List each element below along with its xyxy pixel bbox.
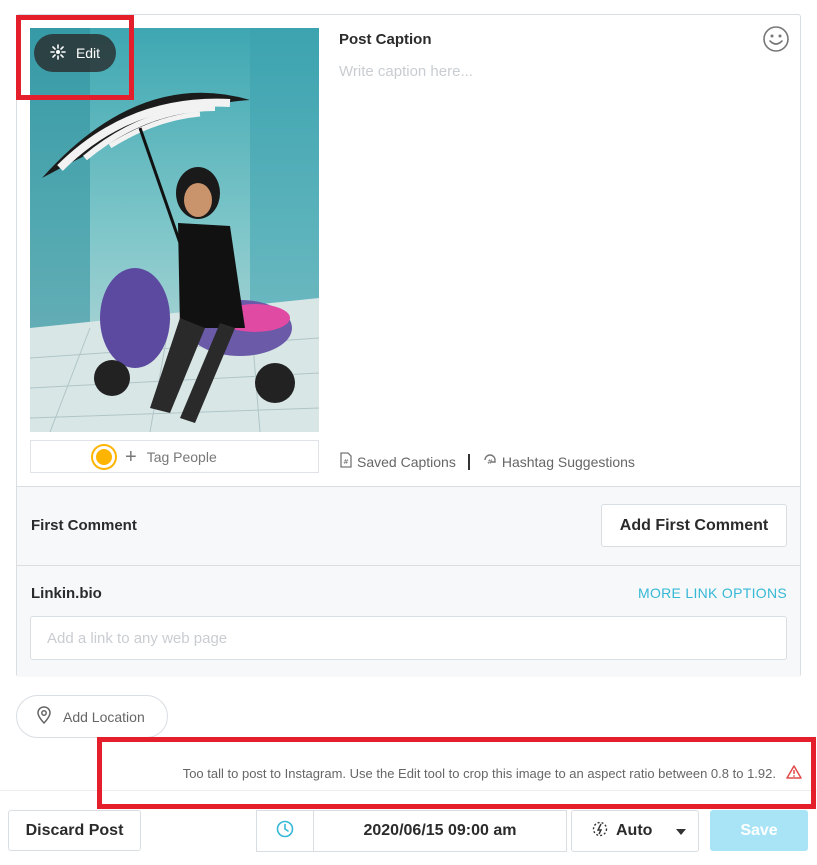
- linkin-bio-title: Linkin.bio: [31, 585, 102, 602]
- chevron-down-icon: [676, 829, 686, 835]
- post-editor-card: Edit + Tag People Post Caption # Saved C…: [16, 14, 801, 677]
- document-icon: #: [339, 452, 353, 471]
- linkin-bio-section: Linkin.bio MORE LINK OPTIONS: [17, 565, 800, 677]
- discard-post-button[interactable]: Discard Post: [8, 810, 141, 851]
- magic-wand-icon: [50, 43, 66, 63]
- clock-icon: [276, 820, 294, 843]
- svg-text:#: #: [343, 458, 349, 466]
- caption-tools: # Saved Captions # Hashtag Suggestions: [339, 452, 635, 471]
- auto-publish-select[interactable]: Auto: [571, 810, 699, 852]
- first-comment-section: First Comment Add First Comment: [17, 486, 800, 565]
- saved-captions-link[interactable]: # Saved Captions: [339, 452, 456, 471]
- auto-publish-icon: [592, 821, 608, 842]
- edit-label: Edit: [75, 45, 101, 61]
- edit-image-button[interactable]: Edit: [34, 34, 116, 72]
- add-location-label: Add Location: [63, 708, 145, 725]
- schedule-datetime-field[interactable]: 2020/06/15 09:00 am: [313, 810, 567, 852]
- hashtag-suggestions-label: Hashtag Suggestions: [501, 453, 635, 470]
- caption-title: Post Caption: [339, 31, 432, 48]
- save-button[interactable]: Save: [710, 810, 808, 851]
- saved-captions-label: Saved Captions: [357, 453, 456, 470]
- warning-icon: [786, 764, 802, 782]
- auto-publish-label: Auto: [616, 822, 653, 839]
- location-pin-icon: [37, 706, 51, 727]
- post-photo: [30, 28, 319, 432]
- tag-people-label: Tag People: [146, 448, 217, 465]
- tools-divider: [467, 453, 470, 470]
- hashtag-suggestions-link[interactable]: # Hashtag Suggestions: [482, 452, 635, 471]
- add-location-button[interactable]: Add Location: [16, 695, 168, 738]
- plus-icon: +: [125, 445, 137, 468]
- link-url-input[interactable]: [30, 616, 787, 660]
- warning-message: Too tall to post to Instagram. Use the E…: [182, 765, 776, 781]
- more-link-options-link[interactable]: MORE LINK OPTIONS: [638, 585, 787, 601]
- footer-divider: [0, 790, 817, 791]
- add-first-comment-button[interactable]: Add First Comment: [601, 504, 787, 547]
- tag-indicator-icon: [93, 445, 115, 468]
- post-image: Edit: [30, 28, 319, 432]
- first-comment-title: First Comment: [31, 517, 137, 534]
- schedule-clock-button[interactable]: [256, 810, 314, 852]
- svg-text:#: #: [487, 458, 493, 466]
- caption-input[interactable]: [339, 59, 739, 83]
- tag-people-bar[interactable]: + Tag People: [30, 440, 319, 473]
- emoji-icon[interactable]: [762, 25, 790, 53]
- hashtag-icon: #: [482, 452, 498, 471]
